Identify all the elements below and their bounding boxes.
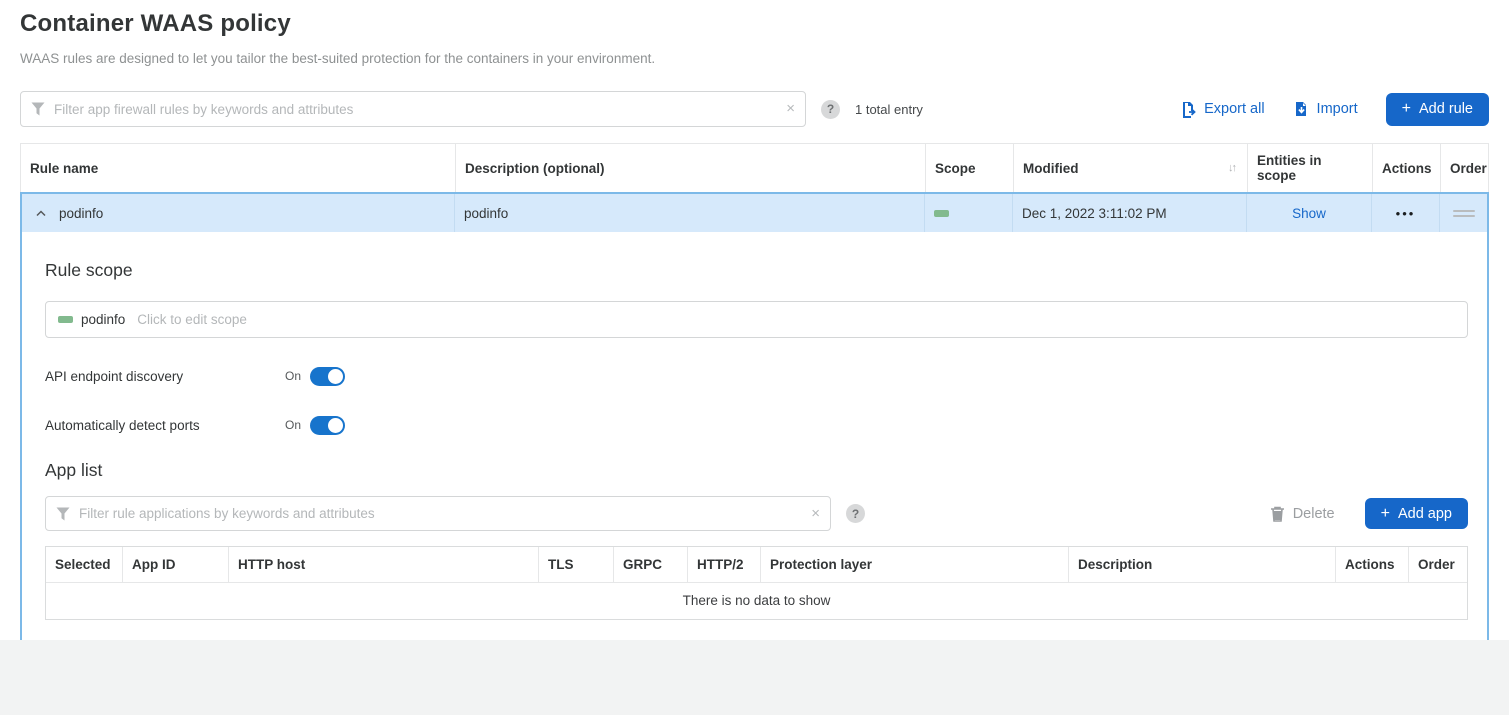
detect-ports-state: On	[285, 418, 301, 432]
app-filter-input[interactable]	[79, 506, 800, 521]
col-tls[interactable]: TLS	[539, 547, 614, 582]
detect-ports-label: Automatically detect ports	[45, 418, 285, 433]
col-http-host[interactable]: HTTP host	[229, 547, 539, 582]
export-icon	[1180, 101, 1197, 118]
api-discovery-row: API endpoint discovery On	[45, 365, 1468, 387]
col-app-actions: Actions	[1336, 547, 1409, 582]
page-background-strip	[0, 640, 1509, 715]
rules-table: Rule name Description (optional) Scope M…	[20, 143, 1489, 668]
app-filter-clear-icon[interactable]: ×	[811, 505, 820, 523]
export-all-label: Export all	[1204, 101, 1264, 117]
page-title: Container WAAS policy	[20, 10, 1489, 38]
delete-label: Delete	[1293, 506, 1335, 522]
rule-row-podinfo[interactable]: podinfo podinfo Dec 1, 2022 3:11:02 PM S…	[22, 194, 1487, 232]
rule-order-cell	[1440, 194, 1487, 232]
rules-filter-clear-icon[interactable]: ×	[786, 100, 795, 118]
toggle-knob	[328, 369, 343, 384]
rules-table-header: Rule name Description (optional) Scope M…	[20, 143, 1489, 192]
collapse-chevron-icon[interactable]	[36, 210, 46, 217]
col-app-id[interactable]: App ID	[123, 547, 229, 582]
col-selected: Selected	[46, 547, 123, 582]
col-order: Order	[1441, 144, 1490, 192]
rule-scope-editor[interactable]: podinfo Click to edit scope	[45, 301, 1468, 338]
plus-icon: +	[1402, 100, 1411, 118]
export-all-button[interactable]: Export all	[1180, 101, 1264, 118]
api-discovery-label: API endpoint discovery	[45, 369, 285, 384]
add-app-button[interactable]: + Add app	[1365, 498, 1468, 529]
rule-scope-cell	[925, 194, 1013, 232]
rule-scope-heading: Rule scope	[45, 260, 1468, 281]
rule-modified: Dec 1, 2022 3:11:02 PM	[1022, 206, 1167, 221]
rules-filter-help-icon[interactable]: ?	[821, 100, 840, 119]
col-protection-layer[interactable]: Protection layer	[761, 547, 1069, 582]
expanded-rule-card: podinfo podinfo Dec 1, 2022 3:11:02 PM S…	[20, 192, 1489, 668]
sort-icon[interactable]: ↓↑	[1228, 162, 1239, 174]
rule-name-cell[interactable]: podinfo	[22, 194, 455, 232]
col-modified[interactable]: Modified ↓↑	[1014, 144, 1248, 192]
detect-ports-toggle[interactable]	[310, 416, 345, 435]
app-list-heading: App list	[45, 460, 1468, 481]
rule-description-cell: podinfo	[455, 194, 925, 232]
rule-detail-panel: Rule scope podinfo Click to edit scope A…	[22, 232, 1487, 666]
app-table-empty-message: There is no data to show	[46, 582, 1467, 619]
plus-icon: +	[1381, 505, 1390, 523]
api-discovery-toggle[interactable]	[310, 367, 345, 386]
total-entries-label: 1 total entry	[855, 102, 923, 117]
page-header: Container WAAS policy WAAS rules are des…	[0, 0, 1509, 66]
col-modified-label: Modified	[1023, 161, 1079, 176]
col-http2[interactable]: HTTP/2	[688, 547, 761, 582]
page-subtitle: WAAS rules are designed to let you tailo…	[20, 51, 1489, 66]
col-description[interactable]: Description (optional)	[456, 144, 926, 192]
rule-description: podinfo	[464, 206, 508, 221]
rule-actions-cell: •••	[1372, 194, 1440, 232]
detect-ports-row: Automatically detect ports On	[45, 414, 1468, 436]
col-entities-in-scope[interactable]: Entities in scope	[1248, 144, 1373, 192]
container-waas-policy-page: Container WAAS policy WAAS rules are des…	[0, 0, 1509, 715]
add-rule-label: Add rule	[1419, 101, 1473, 117]
col-app-description[interactable]: Description	[1069, 547, 1336, 582]
toggle-knob	[328, 418, 343, 433]
scope-collection-badge	[58, 316, 73, 323]
col-scope[interactable]: Scope	[926, 144, 1014, 192]
app-filter-help-icon[interactable]: ?	[846, 504, 865, 523]
show-entities-link[interactable]: Show	[1292, 206, 1326, 221]
scope-collection-badge[interactable]	[934, 210, 949, 217]
add-rule-button[interactable]: + Add rule	[1386, 93, 1489, 126]
import-icon	[1293, 101, 1310, 118]
scope-placeholder: Click to edit scope	[137, 312, 247, 327]
scope-value: podinfo	[81, 312, 125, 327]
rule-modified-cell: Dec 1, 2022 3:11:02 PM	[1013, 194, 1247, 232]
rules-filter-box[interactable]: ×	[20, 91, 806, 127]
drag-handle-icon[interactable]	[1453, 207, 1475, 220]
app-table: Selected App ID HTTP host TLS GRPC HTTP/…	[45, 546, 1468, 620]
rule-name: podinfo	[59, 206, 103, 221]
col-app-order: Order	[1409, 547, 1467, 582]
api-discovery-state: On	[285, 369, 301, 383]
col-grpc[interactable]: GRPC	[614, 547, 688, 582]
rule-entities-cell: Show	[1247, 194, 1372, 232]
app-filter-box[interactable]: ×	[45, 496, 831, 531]
import-button[interactable]: Import	[1293, 101, 1358, 118]
app-table-header: Selected App ID HTTP host TLS GRPC HTTP/…	[46, 547, 1467, 582]
trash-icon	[1270, 506, 1285, 522]
row-actions-menu-icon[interactable]: •••	[1396, 206, 1416, 221]
add-app-label: Add app	[1398, 506, 1452, 522]
col-rule-name[interactable]: Rule name	[21, 144, 456, 192]
rules-toolbar: × ? 1 total entry Export all Import + Ad…	[20, 91, 1489, 127]
app-list-toolbar: × ? Delete + Add app	[45, 496, 1468, 531]
filter-funnel-icon	[56, 507, 70, 521]
import-label: Import	[1317, 101, 1358, 117]
delete-app-button[interactable]: Delete	[1270, 506, 1335, 522]
filter-funnel-icon	[31, 102, 45, 116]
rules-filter-input[interactable]	[54, 102, 775, 117]
col-actions: Actions	[1373, 144, 1441, 192]
